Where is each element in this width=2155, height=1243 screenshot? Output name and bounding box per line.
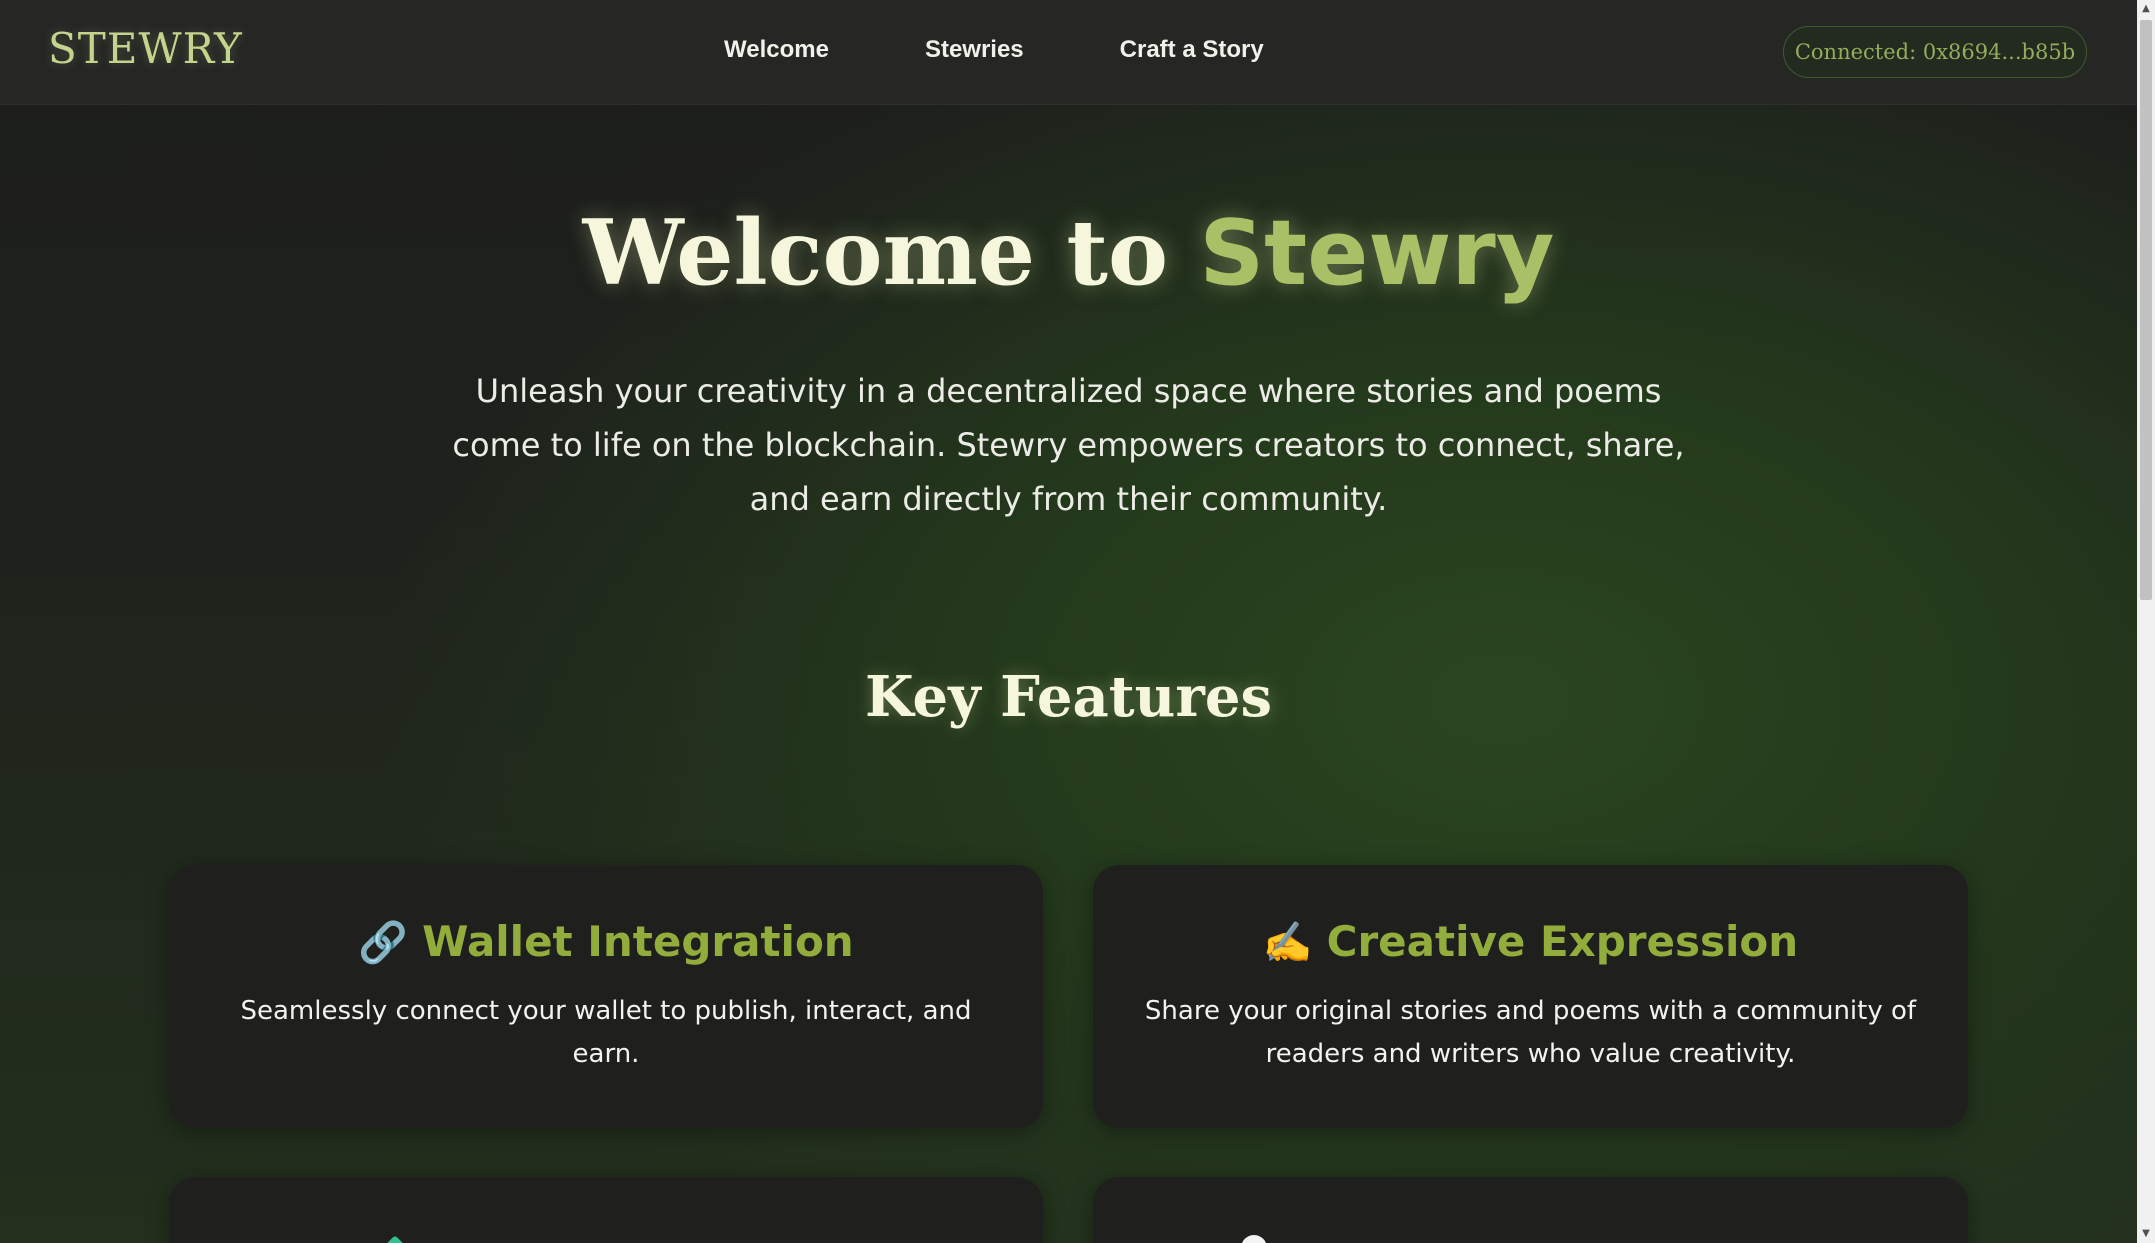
feature-card-title: 🔗 Wallet Integration (209, 917, 1003, 966)
feature-card-wallet-integration: 🔗 Wallet Integration Seamlessly connect y… (169, 865, 1043, 1128)
circle-icon (1241, 1235, 1267, 1243)
scrollbar-thumb[interactable] (2140, 20, 2152, 600)
feature-card-partial (169, 1177, 1043, 1243)
page: STEWRY Welcome Stewries Craft a Story Co… (0, 0, 2155, 1243)
scroll-down-icon[interactable]: ▼ (2137, 1225, 2155, 1243)
link-icon: 🔗 (358, 920, 409, 966)
feature-card-partial (1093, 1177, 1968, 1243)
writing-hand-icon: ✍️ (1262, 920, 1313, 966)
brand-logo[interactable]: STEWRY (48, 24, 243, 73)
feature-card-description: Share your original stories and poems wi… (1144, 996, 1917, 1069)
main-nav: Welcome Stewries Craft a Story (724, 36, 1264, 64)
feature-card-creative-expression: ✍️ Creative Expression Share your origina… (1093, 865, 1968, 1128)
feature-card-title: ✍️ Creative Expression (1133, 917, 1928, 966)
feature-card-description: Seamlessly connect your wallet to publis… (240, 996, 972, 1069)
nav-link-stewries[interactable]: Stewries (925, 36, 1024, 64)
feature-card-title-text: Wallet Integration (422, 917, 854, 966)
scroll-up-icon[interactable]: ▲ (2137, 0, 2155, 18)
diamond-icon (382, 1235, 408, 1243)
hero-title-prefix: Welcome to (582, 200, 1169, 306)
hero-description: Unleash your creativity in a decentraliz… (452, 372, 1685, 518)
navbar: STEWRY Welcome Stewries Craft a Story Co… (0, 0, 2137, 105)
nav-link-welcome[interactable]: Welcome (724, 36, 829, 64)
feature-card-title-text: Creative Expression (1326, 917, 1799, 966)
wallet-connected-button[interactable]: Connected: 0x8694...b85b (1783, 26, 2087, 78)
hero-title-accent: Stewry (1199, 201, 1555, 306)
hero-title: Welcome to Stewry (0, 200, 2137, 306)
nav-link-craft-a-story[interactable]: Craft a Story (1120, 36, 1264, 64)
vertical-scrollbar[interactable]: ▲ ▼ (2137, 0, 2155, 1243)
key-features-heading: Key Features (865, 664, 1272, 730)
